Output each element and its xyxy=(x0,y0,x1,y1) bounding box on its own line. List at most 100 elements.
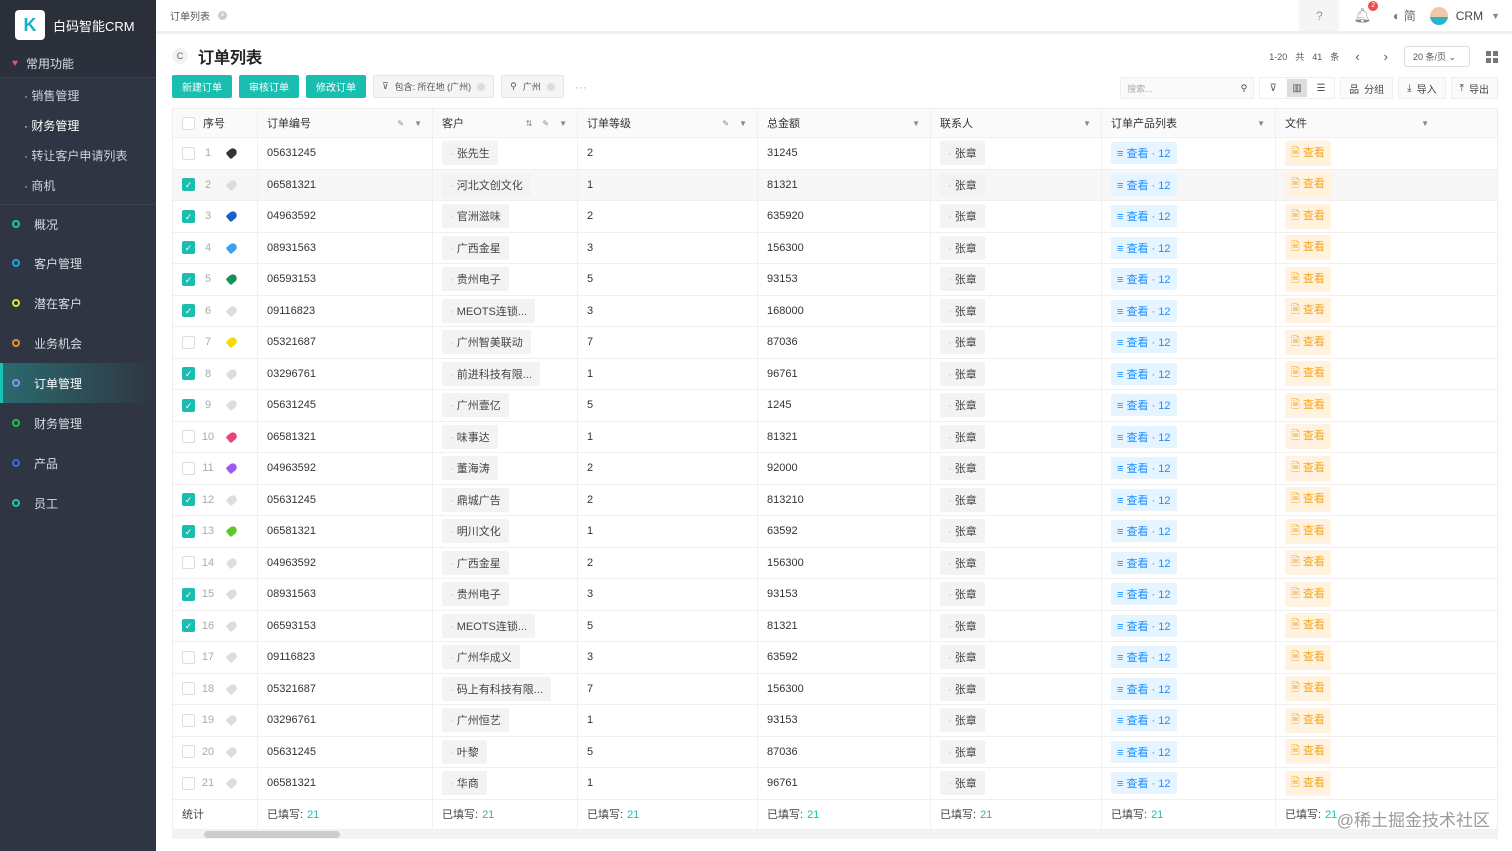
customer-pill[interactable]: 张先生 xyxy=(442,141,498,166)
view-file-button[interactable]: 🗎︎ 查看 xyxy=(1285,455,1331,481)
view-products-button[interactable]: ≡ 查看 · 12 xyxy=(1111,236,1177,259)
prev-page-icon[interactable]: ‹ xyxy=(1355,49,1359,64)
view-products-button[interactable]: ≡ 查看 · 12 xyxy=(1111,457,1177,480)
table-row[interactable]: ✓ 9 05631245 广州壹亿 5 1245 张章 ≡ 查看 · 12 🗎︎ … xyxy=(173,390,1497,422)
contact-pill[interactable]: 张章 xyxy=(940,172,985,197)
contact-pill[interactable]: 张章 xyxy=(940,582,985,607)
customer-pill[interactable]: 广州华成义 xyxy=(442,645,520,670)
language-switch[interactable]: ◐ 简 xyxy=(1393,7,1416,24)
view-file-button[interactable]: 🗎︎ 查看 xyxy=(1285,707,1331,733)
table-row[interactable]: 11 04963592 董海涛 2 92000 张章 ≡ 查看 · 12 🗎︎ … xyxy=(173,453,1497,485)
contact-pill[interactable]: 张章 xyxy=(940,739,985,764)
bell-icon[interactable]: 🔔︎ 2 xyxy=(1353,1,1379,24)
table-row[interactable]: 19 03296761 广州恒艺 1 93153 张章 ≡ 查看 · 12 🗎︎… xyxy=(173,705,1497,737)
view-file-button[interactable]: 🗎︎ 查看 xyxy=(1285,424,1331,450)
table-row[interactable]: ✓ 3 04963592 官洲滋味 2 635920 张章 ≡ 查看 · 12 🗎… xyxy=(173,201,1497,233)
refresh-icon[interactable]: C xyxy=(172,48,188,64)
row-checkbox[interactable]: ✓ xyxy=(182,367,195,381)
search-input[interactable]: 搜索... ⚲ xyxy=(1120,77,1255,99)
table-row[interactable]: ✓ 6 09116823 MEOTS连锁... 3 168000 张章 ≡ 查看 … xyxy=(173,295,1497,327)
table-row[interactable]: 7 05321687 广州智美联动 7 87036 张章 ≡ 查看 · 12 🗎… xyxy=(173,327,1497,359)
clear-search-icon[interactable] xyxy=(546,82,555,91)
customer-pill[interactable]: MEOTS连锁... xyxy=(442,298,536,323)
filter-icon[interactable]: ⊽ xyxy=(1263,79,1283,97)
view-file-button[interactable]: 🗎︎ 查看 xyxy=(1285,487,1331,513)
customer-pill[interactable]: 广西金星 xyxy=(442,235,509,260)
header-level[interactable]: 订单等级 ✎ ▼ xyxy=(578,109,758,137)
tag-icon[interactable] xyxy=(225,461,239,475)
contact-pill[interactable]: 张章 xyxy=(940,550,985,575)
customer-pill[interactable]: 贵州电子 xyxy=(442,267,509,292)
contact-pill[interactable]: 张章 xyxy=(940,424,985,449)
sidebar-nav-item[interactable]: 订单管理 xyxy=(0,363,156,403)
tag-icon[interactable] xyxy=(225,745,239,759)
favorites-header[interactable]: ♥ 常用功能 xyxy=(0,50,156,78)
export-button[interactable]: ⤒ 导出 xyxy=(1450,77,1498,99)
row-checkbox[interactable] xyxy=(182,776,195,790)
sidebar-nav-item[interactable]: 客户管理 xyxy=(0,243,156,283)
row-checkbox[interactable] xyxy=(182,461,195,475)
table-row[interactable]: 17 09116823 广州华成义 3 63592 张章 ≡ 查看 · 12 🗎… xyxy=(173,642,1497,674)
horizontal-scrollbar[interactable] xyxy=(172,830,1498,839)
view-file-button[interactable]: 🗎︎ 查看 xyxy=(1285,203,1331,229)
view-products-button[interactable]: ≡ 查看 · 12 xyxy=(1111,488,1177,511)
row-checkbox[interactable]: ✓ xyxy=(182,178,195,192)
row-checkbox[interactable]: ✓ xyxy=(182,493,195,507)
tag-icon[interactable] xyxy=(225,682,239,696)
view-file-button[interactable]: 🗎︎ 查看 xyxy=(1285,676,1331,702)
table-row[interactable]: 14 04963592 广西金星 2 156300 张章 ≡ 查看 · 12 🗎… xyxy=(173,547,1497,579)
tag-icon[interactable] xyxy=(225,619,239,633)
view-file-button[interactable]: 🗎︎ 查看 xyxy=(1285,613,1331,639)
table-row[interactable]: 18 05321687 码上有科技有限... 7 156300 张章 ≡ 查看 … xyxy=(173,673,1497,705)
customer-pill[interactable]: 董海涛 xyxy=(442,456,498,481)
contact-pill[interactable]: 张章 xyxy=(940,519,985,544)
edit-order-button[interactable]: 修改订单 xyxy=(306,75,366,98)
row-checkbox[interactable]: ✓ xyxy=(182,398,195,412)
customer-pill[interactable]: 河北文创文化 xyxy=(442,172,531,197)
customer-pill[interactable]: 广州壹亿 xyxy=(442,393,509,418)
avatar[interactable] xyxy=(1429,6,1448,25)
view-products-button[interactable]: ≡ 查看 · 12 xyxy=(1111,142,1177,165)
view-products-button[interactable]: ≡ 查看 · 12 xyxy=(1111,772,1177,795)
row-checkbox[interactable] xyxy=(182,146,195,160)
sidebar-sub-finance[interactable]: · 财务管理 xyxy=(0,110,156,140)
tag-icon[interactable] xyxy=(225,587,239,601)
more-icon[interactable]: ··· xyxy=(575,80,587,94)
sidebar-sub-opportunity[interactable]: · 商机 xyxy=(0,170,156,200)
app-logo[interactable]: K 白码智能CRM xyxy=(0,0,156,50)
table-row[interactable]: ✓ 16 06593153 MEOTS连锁... 5 81321 张章 ≡ 查看 … xyxy=(173,610,1497,642)
sidebar-nav-item[interactable]: 产品 xyxy=(0,443,156,483)
table-row[interactable]: 10 06581321 味事达 1 81321 张章 ≡ 查看 · 12 🗎︎ … xyxy=(173,421,1497,453)
view-products-button[interactable]: ≡ 查看 · 12 xyxy=(1111,646,1177,669)
view-file-button[interactable]: 🗎︎ 查看 xyxy=(1285,550,1331,576)
chevron-down-icon[interactable]: ▼ xyxy=(1257,119,1265,128)
clear-filter-icon[interactable] xyxy=(477,82,486,91)
next-page-icon[interactable]: › xyxy=(1384,49,1388,64)
table-row[interactable]: ✓ 5 06593153 贵州电子 5 93153 张章 ≡ 查看 · 12 🗎︎… xyxy=(173,264,1497,296)
view-products-button[interactable]: ≡ 查看 · 12 xyxy=(1111,362,1177,385)
tag-icon[interactable] xyxy=(225,146,239,160)
customer-pill[interactable]: 广州智美联动 xyxy=(442,330,531,355)
tag-icon[interactable] xyxy=(225,209,239,223)
search-icon[interactable]: ⚲ xyxy=(1241,83,1248,94)
view-file-button[interactable]: 🗎︎ 查看 xyxy=(1285,172,1331,198)
view-file-button[interactable]: 🗎︎ 查看 xyxy=(1285,739,1331,765)
customer-pill[interactable]: 广州恒艺 xyxy=(442,708,509,733)
view-file-button[interactable]: 🗎︎ 查看 xyxy=(1285,518,1331,544)
audit-order-button[interactable]: 审核订单 xyxy=(239,75,299,98)
view-file-button[interactable]: 🗎︎ 查看 xyxy=(1285,581,1331,607)
view-products-button[interactable]: ≡ 查看 · 12 xyxy=(1111,520,1177,543)
contact-pill[interactable]: 张章 xyxy=(940,771,985,796)
customer-pill[interactable]: 明川文化 xyxy=(442,519,509,544)
view-file-button[interactable]: 🗎︎ 查看 xyxy=(1285,140,1331,166)
search-chip[interactable]: ⚲ 广州 xyxy=(501,75,564,98)
view-file-button[interactable]: 🗎︎ 查看 xyxy=(1285,266,1331,292)
sort-icon[interactable]: ⇅ xyxy=(526,119,533,128)
customer-pill[interactable]: 鼎城广告 xyxy=(442,487,509,512)
import-button[interactable]: ⤓ 导入 xyxy=(1398,77,1446,99)
contact-pill[interactable]: 张章 xyxy=(940,235,985,260)
chevron-down-icon[interactable]: ▼ xyxy=(1491,11,1500,21)
tag-icon[interactable] xyxy=(225,178,239,192)
chevron-down-icon[interactable]: ▼ xyxy=(739,119,747,128)
tag-icon[interactable] xyxy=(225,493,239,507)
